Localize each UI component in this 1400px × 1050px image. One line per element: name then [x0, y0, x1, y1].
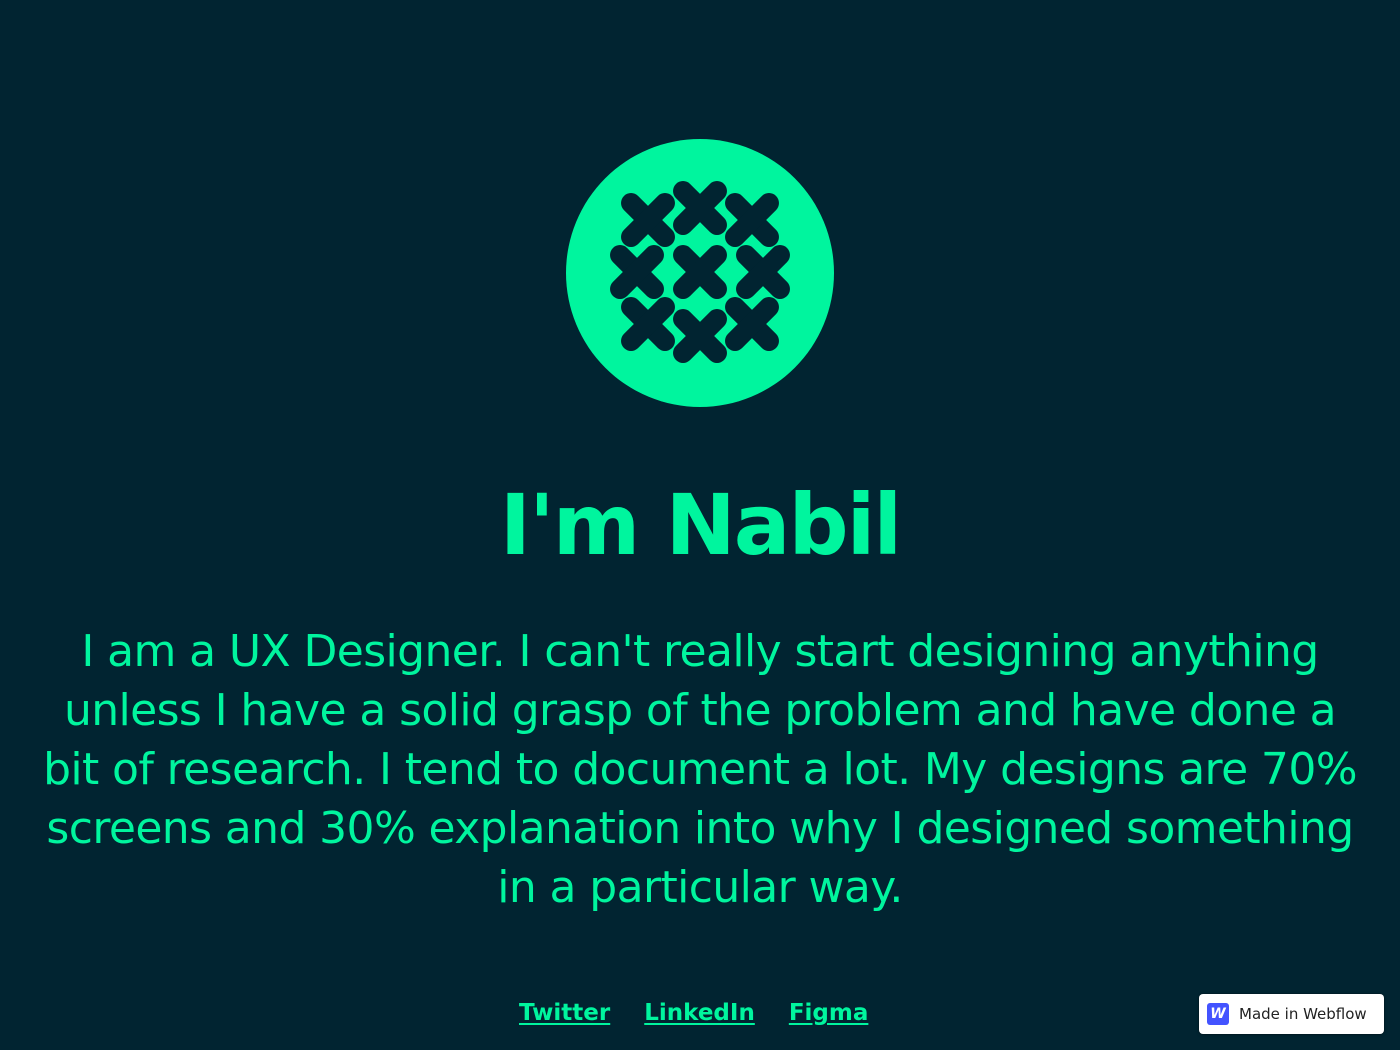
bio-paragraph: I am a UX Designer. I can't really start…: [43, 626, 1357, 913]
badge-label: Made in Webflow: [1239, 1005, 1367, 1023]
twitter-link[interactable]: Twitter: [519, 996, 610, 1030]
logo-icon: [565, 138, 835, 408]
made-in-webflow-badge[interactable]: W Made in Webflow: [1199, 994, 1384, 1034]
linkedin-link[interactable]: LinkedIn: [644, 996, 755, 1030]
social-links: Twitter LinkedIn Figma: [519, 996, 868, 1030]
webflow-icon: W: [1207, 1003, 1229, 1025]
page-title: I'm Nabil: [499, 476, 902, 574]
figma-link[interactable]: Figma: [789, 996, 869, 1030]
